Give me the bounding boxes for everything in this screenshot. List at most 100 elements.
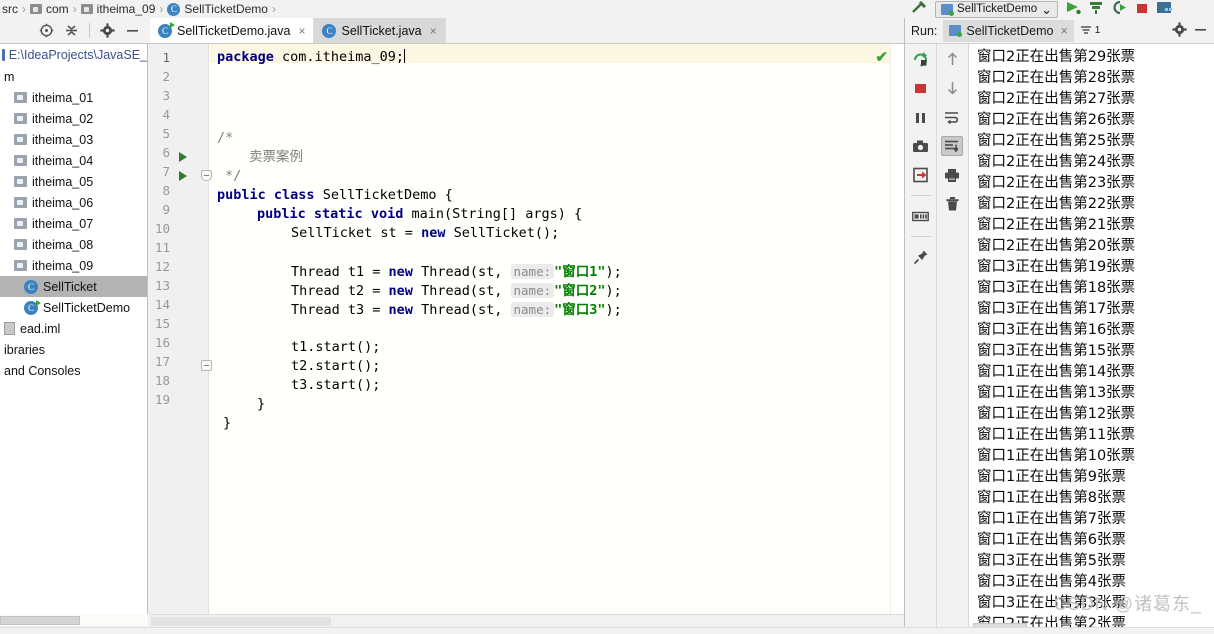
project-root-row[interactable]: E:\IdeaProjects\JavaSE_	[0, 44, 147, 66]
token-declaration: Thread t3 =	[291, 302, 381, 318]
run-actions-toolbar	[905, 44, 936, 634]
code-line-11: Thread t2 = new Thread(st, name: "窗口2");	[217, 281, 622, 300]
hide-icon[interactable]	[1193, 22, 1208, 40]
tree-item-itheima-05[interactable]: itheima_05	[0, 171, 147, 192]
breadcrumb: src › com › itheima_09 › C SellTicketDem…	[0, 0, 940, 18]
inspection-status-badge[interactable]: ✔	[875, 48, 888, 66]
console-actions-toolbar	[936, 44, 967, 634]
pause-icon[interactable]	[910, 107, 932, 127]
file-icon	[4, 322, 15, 335]
code-line-14: t1.start();	[217, 338, 380, 357]
token-punct: }	[257, 396, 266, 412]
tree-item-itheima-04[interactable]: itheima_04	[0, 150, 147, 171]
tree-item-itheima-08[interactable]: itheima_08	[0, 234, 147, 255]
token-statement: t2.start();	[291, 358, 381, 374]
run-session-tab[interactable]: SellTicketDemo ×	[943, 19, 1074, 42]
console-line: 窗口1正在出售第8张票	[977, 490, 1126, 506]
close-icon[interactable]: ×	[430, 24, 437, 38]
tree-item-itheima-03[interactable]: itheima_03	[0, 129, 147, 150]
collapse-all-icon[interactable]	[64, 23, 79, 38]
close-icon[interactable]: ×	[1060, 24, 1067, 38]
token-keyword: public	[217, 187, 266, 203]
breadcrumb-separator: ›	[159, 2, 164, 16]
token-declaration: Thread t2 =	[291, 283, 381, 299]
soft-wrap-icon[interactable]	[941, 107, 963, 127]
build-project-icon[interactable]	[1088, 0, 1104, 18]
scroll-down-icon[interactable]	[941, 78, 963, 98]
console-line: 窗口3正在出售第5张票	[977, 553, 1126, 569]
token-punct: }	[223, 415, 232, 431]
line-number-6: 6	[162, 145, 170, 160]
tree-item-itheima-02[interactable]: itheima_02	[0, 108, 147, 129]
dump-threads-camera-icon[interactable]	[910, 136, 932, 156]
code-editor[interactable]: 1 2 3 4 5 6 7 8 9 10 11 12 13 14 15 16 17 18 19 package co…	[149, 44, 904, 614]
package-icon	[14, 218, 27, 229]
breadcrumb-label: src	[2, 2, 18, 16]
tree-item-m[interactable]: m	[0, 66, 147, 87]
exit-icon[interactable]	[910, 165, 932, 185]
clear-all-trash-icon[interactable]	[941, 194, 963, 214]
token-keyword: package	[217, 49, 274, 65]
layout-icon[interactable]	[1156, 0, 1173, 18]
tree-item-itheima-07[interactable]: itheima_07	[0, 213, 147, 234]
stop-icon[interactable]	[1135, 1, 1149, 18]
token-constructor: Thread(st,	[421, 264, 503, 280]
gear-icon[interactable]	[1172, 21, 1187, 40]
run-configuration-selector[interactable]: SellTicketDemo ⌄	[935, 0, 1059, 18]
locate-icon[interactable]	[39, 23, 54, 38]
tree-item-and-consoles[interactable]: and Consoles	[0, 360, 147, 381]
run-gutter-icon-main[interactable]	[179, 166, 193, 185]
rerun-icon[interactable]	[910, 49, 932, 69]
package-icon	[14, 134, 27, 145]
tree-item-sellticket[interactable]: C SellTicket	[0, 276, 147, 297]
editor-marker-strip[interactable]	[890, 44, 904, 614]
hide-icon[interactable]	[125, 23, 140, 38]
token-keyword: new	[388, 283, 413, 299]
run-panel-header: Run: SellTicketDemo × 1	[905, 18, 1214, 44]
breadcrumb-item-itheima09[interactable]: itheima_09	[80, 2, 155, 16]
settings-icon[interactable]	[100, 23, 115, 38]
run-panel-body: 窗口2正在出售第29张票 窗口2正在出售第28张票 窗口2正在出售第27张票 窗口2正…	[905, 44, 1214, 634]
print-icon[interactable]	[941, 165, 963, 185]
scrollbar-thumb[interactable]	[151, 617, 331, 626]
tab-sellticketdemo[interactable]: C SellTicketDemo.java ×	[150, 18, 315, 43]
code-line-1: package com.itheima_09;	[217, 48, 405, 67]
debug-icon[interactable]	[1111, 0, 1128, 18]
editor-gutter[interactable]: 1 2 3 4 5 6 7 8 9 10 11 12 13 14 15 16 17 18 19	[149, 44, 212, 614]
project-folder-icon	[2, 49, 5, 61]
scrollbar-thumb[interactable]	[0, 616, 80, 625]
breadcrumb-item-com[interactable]: com	[30, 2, 69, 16]
pin-icon[interactable]	[910, 247, 932, 267]
java-class-icon: C	[167, 2, 181, 16]
tab-sellticket[interactable]: C SellTicket.java ×	[314, 18, 446, 43]
scroll-to-end-icon[interactable]	[941, 136, 963, 156]
stop-icon[interactable]	[910, 78, 932, 98]
toolbar-divider	[910, 236, 931, 237]
project-tree[interactable]: E:\IdeaProjects\JavaSE_ m itheima_01 ithei…	[0, 44, 148, 614]
breadcrumb-item-src[interactable]: src	[2, 2, 18, 16]
tree-item-ibraries[interactable]: ibraries	[0, 339, 147, 360]
run-icon[interactable]	[1065, 0, 1081, 18]
tree-item-itheima-06[interactable]: itheima_06	[0, 192, 147, 213]
tree-item-itheima-01[interactable]: itheima_01	[0, 87, 147, 108]
console-line: 窗口3正在出售第19张票	[977, 259, 1136, 275]
token-keyword: new	[421, 225, 446, 241]
run-tool-window: Run: SellTicketDemo × 1 窗口2正在出售第29张票 窗口2…	[904, 18, 1214, 634]
scroll-up-icon[interactable]	[941, 49, 963, 69]
filter-icon[interactable]: 1	[1080, 25, 1100, 36]
tree-item-label: ibraries	[4, 342, 45, 357]
console-line: 窗口2正在出售第29张票	[977, 49, 1136, 65]
restore-layout-icon[interactable]	[910, 206, 932, 226]
console-output[interactable]: 窗口2正在出售第29张票 窗口2正在出售第28张票 窗口2正在出售第27张票 窗口2正…	[968, 44, 1214, 634]
build-hammer-icon[interactable]	[910, 0, 928, 18]
tree-item-ead-iml[interactable]: ead.iml	[0, 318, 147, 339]
project-root-label: E:\IdeaProjects\JavaSE_	[8, 48, 147, 62]
run-gutter-icon-class[interactable]	[179, 147, 193, 166]
tree-item-sellticketdemo[interactable]: C SellTicketDemo	[0, 297, 147, 318]
tree-horizontal-scrollbar[interactable]	[0, 614, 148, 626]
close-icon[interactable]: ×	[298, 24, 305, 38]
editor-horizontal-scrollbar[interactable]	[149, 614, 904, 627]
breadcrumb-item-sellticketdemo[interactable]: C SellTicketDemo	[167, 2, 268, 16]
tree-item-itheima-09[interactable]: itheima_09	[0, 255, 147, 276]
token-constructor: Thread(st,	[421, 302, 503, 318]
